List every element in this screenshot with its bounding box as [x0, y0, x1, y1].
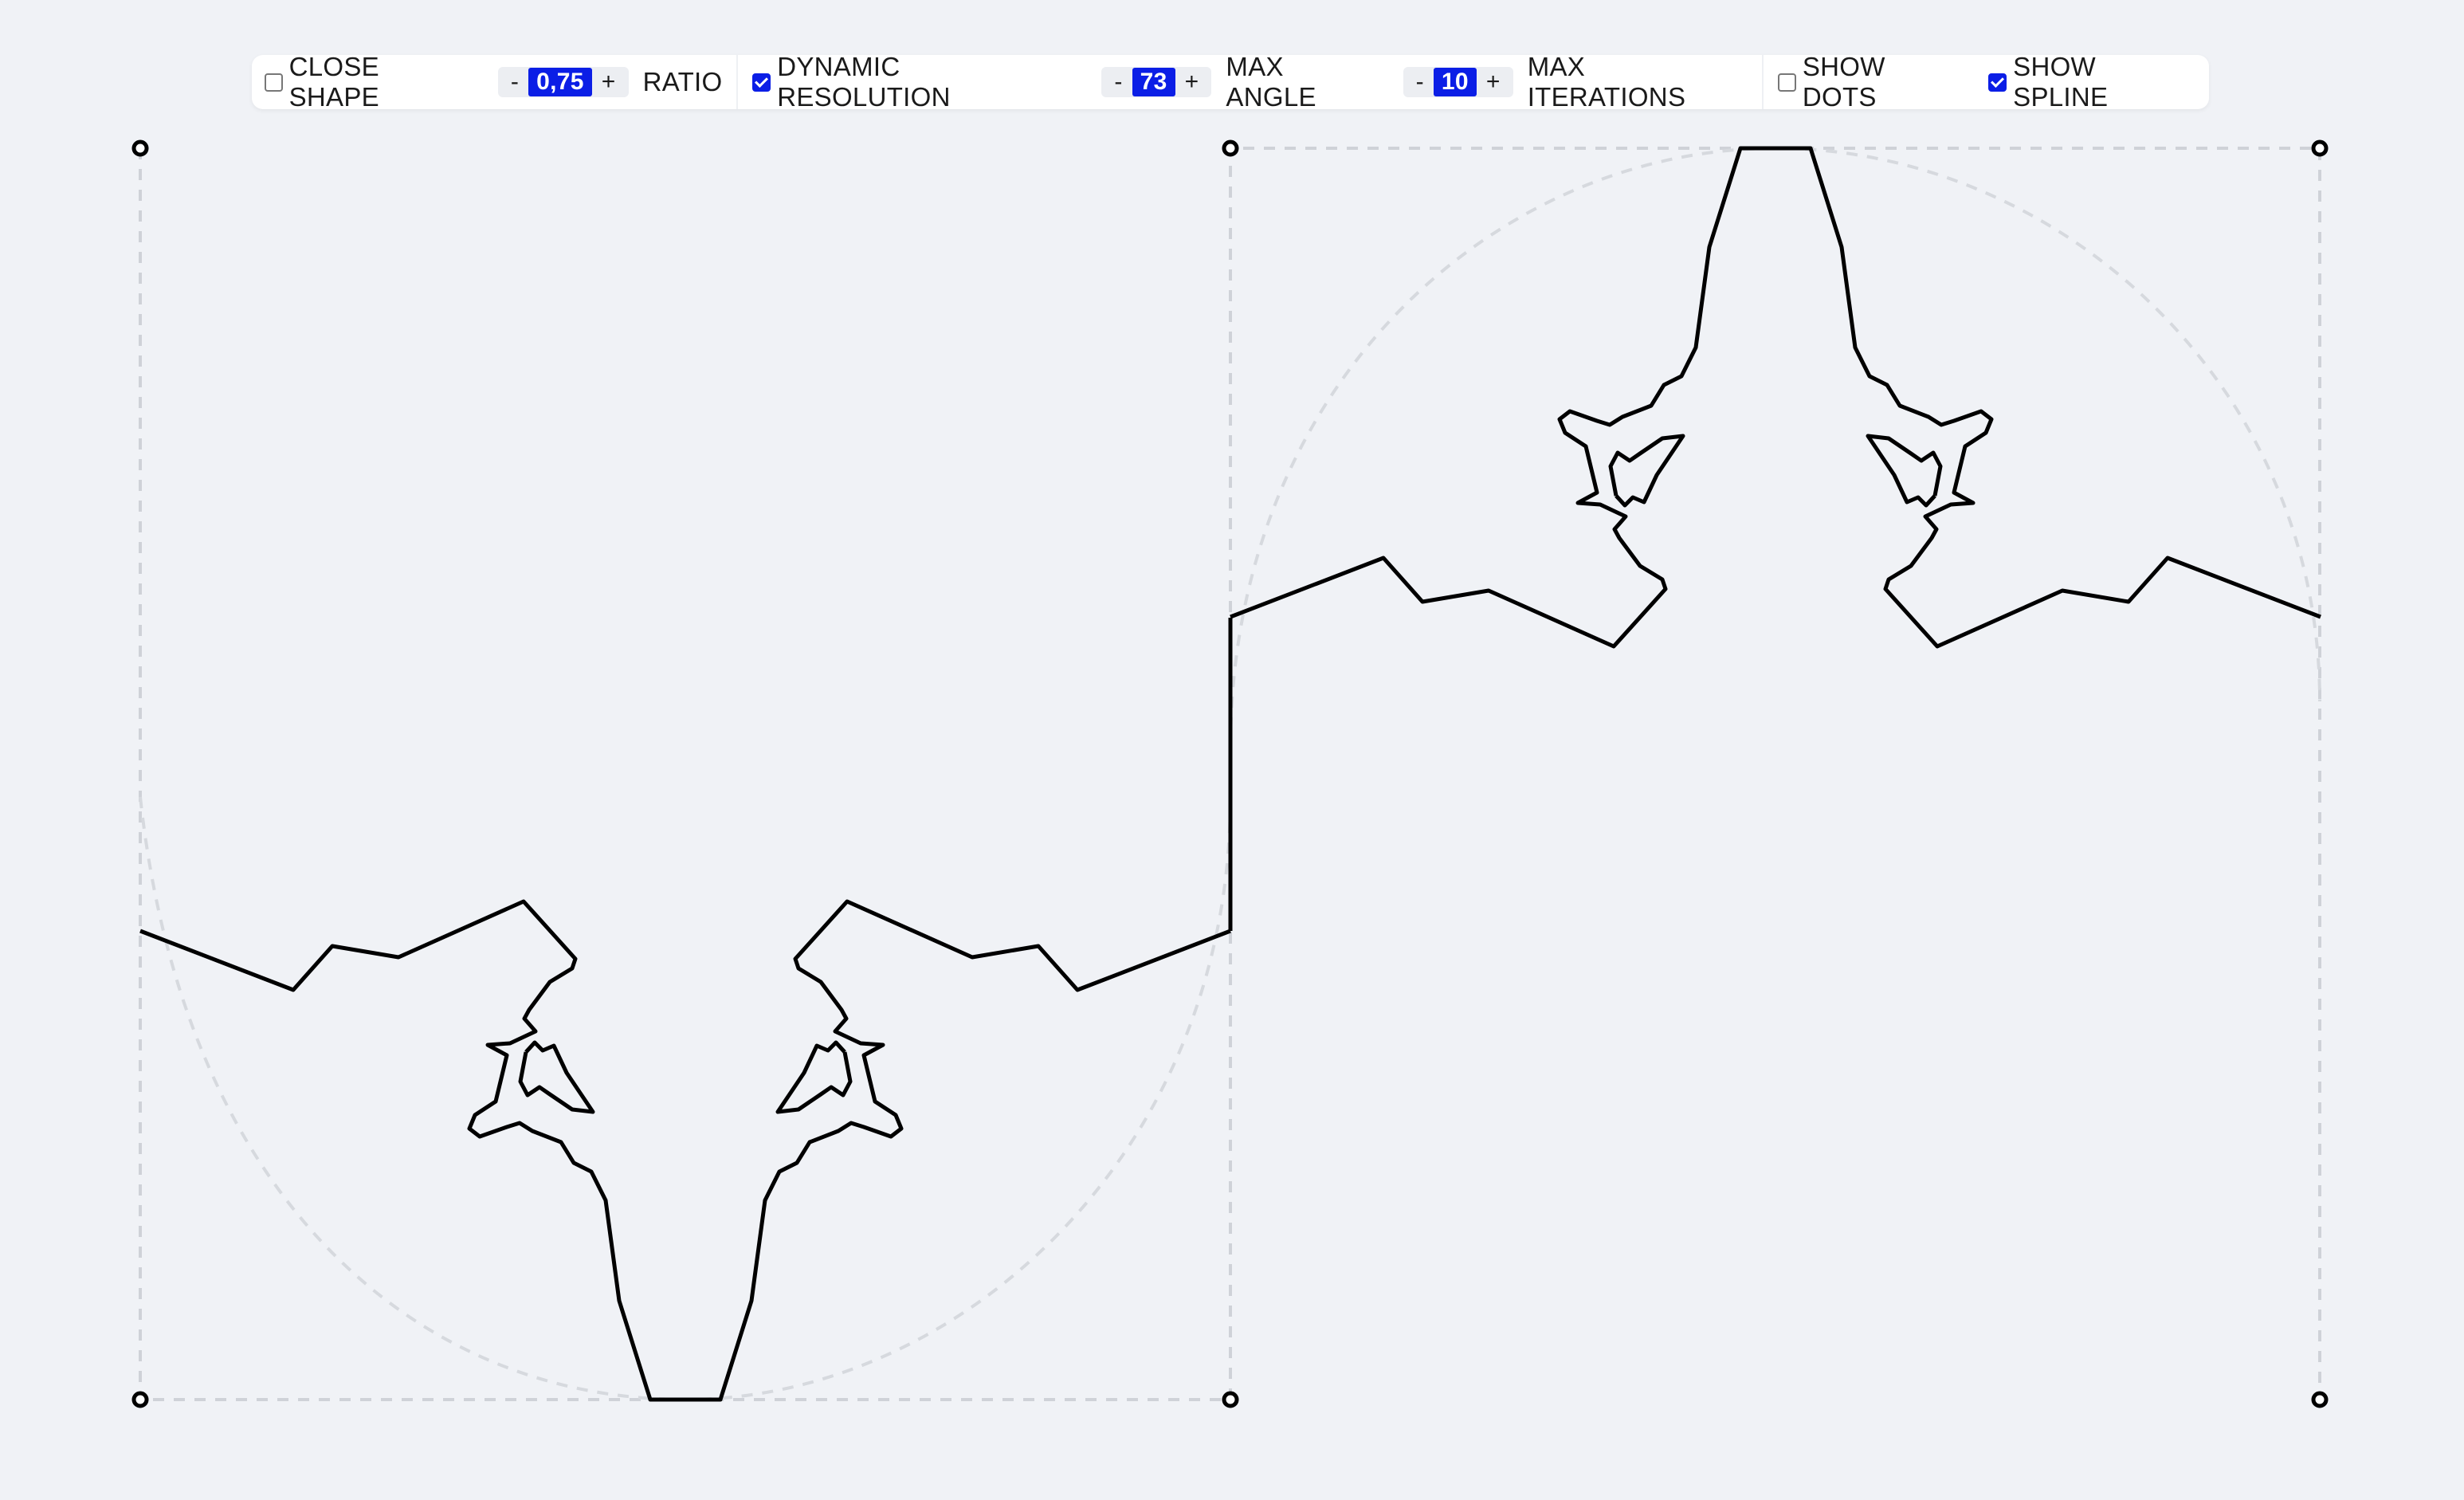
- spline-left-outline: [139, 899, 1231, 1402]
- spline-right-inner-b: [1866, 434, 1943, 508]
- control-point-icon[interactable]: [2311, 1391, 2329, 1408]
- drawing-canvas[interactable]: [0, 0, 2464, 1500]
- guide-arc-right: [1229, 146, 2321, 750]
- control-point-icon[interactable]: [1222, 1391, 1239, 1408]
- control-point-icon[interactable]: [1222, 139, 1239, 157]
- control-point-icon[interactable]: [2311, 139, 2329, 157]
- spline-right-inner-a: [1608, 434, 1685, 508]
- control-point-icon[interactable]: [131, 1391, 149, 1408]
- control-point-icon[interactable]: [131, 139, 149, 157]
- spline-right-outline: [1230, 146, 2321, 649]
- spline-left-inner-b: [775, 1040, 853, 1114]
- guide-arc-left: [139, 796, 1232, 1402]
- spline-left-inner-a: [518, 1040, 595, 1114]
